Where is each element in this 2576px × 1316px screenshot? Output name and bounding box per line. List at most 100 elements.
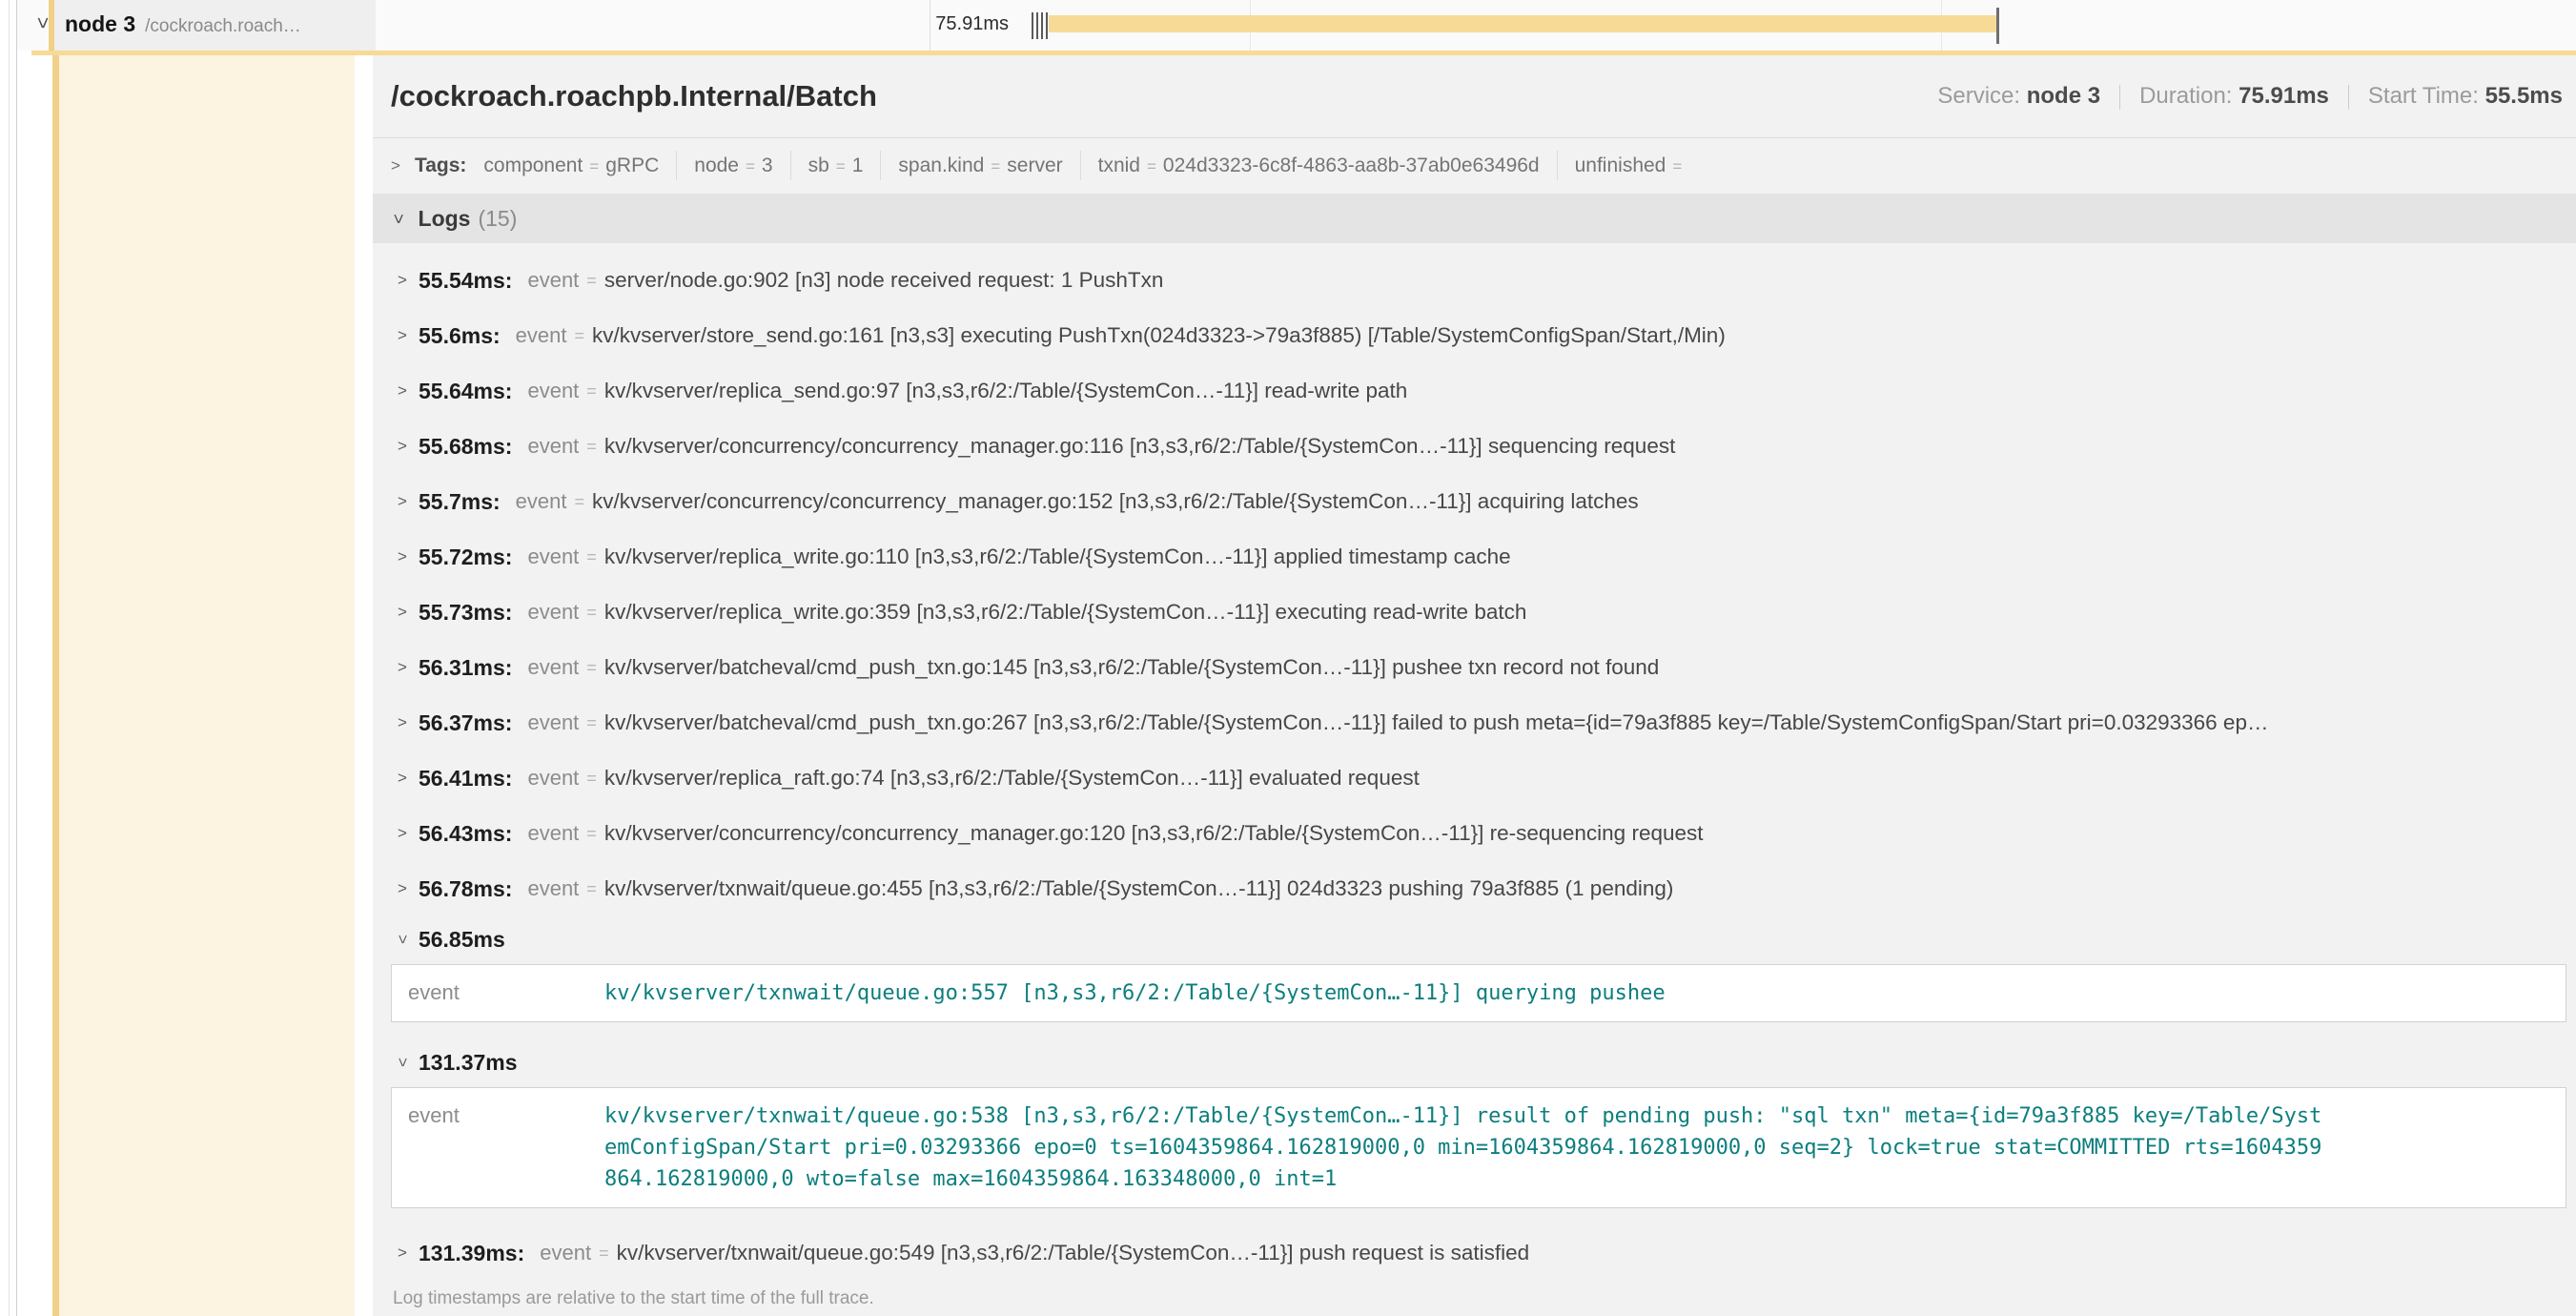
meta-separator [2348,85,2349,110]
chevron-right-icon[interactable]: > [398,769,419,788]
equals-sign: = [586,381,597,401]
equals-sign: = [586,437,597,457]
log-row[interactable]: >55.6ms:event=kv/kvserver/store_send.go:… [373,308,2576,363]
chevron-right-icon[interactable]: > [391,156,400,175]
log-field-key: event [540,1241,591,1265]
log-field-key: event [516,323,567,348]
log-field-value: kv/kvserver/replica_write.go:110 [n3,s3,… [604,545,1511,569]
log-row[interactable]: >56.41ms:event=kv/kvserver/replica_raft.… [373,751,2576,806]
tag-item[interactable]: span.kind=server [881,151,1080,180]
chevron-right-icon[interactable]: > [398,603,419,622]
log-tick-marks[interactable] [1032,12,1048,39]
log-field-value: kv/kvserver/txnwait/queue.go:455 [n3,s3,… [604,876,1674,901]
span-operation-name: /cockroach.roach… [145,16,301,37]
log-row[interactable]: >56.78ms:event=kv/kvserver/txnwait/queue… [373,861,2576,916]
chevron-right-icon[interactable]: > [398,713,419,732]
log-field-key: event [527,710,579,735]
log-field-value: kv/kvserver/concurrency/concurrency_mana… [592,489,1639,514]
log-row[interactable]: >55.64ms:event=kv/kvserver/replica_send.… [373,363,2576,419]
log-field-key: event [527,766,579,791]
chevron-right-icon[interactable]: > [398,658,419,677]
log-field-key: event [527,876,579,901]
selected-span-column[interactable] [59,55,355,1316]
log-row[interactable]: >55.54ms:event=server/node.go:902 [n3] n… [373,253,2576,308]
log-timestamp: 55.72ms: [419,545,512,570]
logs-section-header[interactable]: > Logs (15) [373,194,2576,243]
equals-sign: = [836,157,846,175]
page-title: /cockroach.roachpb.Internal/Batch [391,79,877,113]
log-field-value: kv/kvserver/replica_send.go:97 [n3,s3,r6… [604,379,1408,403]
equals-sign: = [599,1244,609,1264]
log-row[interactable]: >56.37ms:event=kv/kvserver/batcheval/cmd… [373,695,2576,751]
log-field-key: event [527,545,579,569]
log-field-key: event [527,379,579,403]
chevron-right-icon[interactable]: > [398,824,419,843]
chevron-down-icon[interactable]: > [388,214,408,224]
tag-value: gRPC [605,154,659,176]
chevron-right-icon[interactable]: > [398,271,419,290]
span-meta: Service: node 3Duration: 75.91msStart Ti… [1937,83,2563,110]
log-timestamp: 131.39ms: [419,1241,524,1266]
tags-label: Tags: [415,154,466,177]
log-detail-key: event [392,977,604,1009]
log-field-value: kv/kvserver/concurrency/concurrency_mana… [604,434,1676,459]
tag-item[interactable]: unfinished= [1558,151,1707,180]
chevron-right-icon[interactable]: > [398,437,419,456]
log-row[interactable]: >55.73ms:event=kv/kvserver/replica_write… [373,585,2576,640]
logs-footer-note: Log timestamps are relative to the start… [393,1288,2576,1309]
log-row[interactable]: >131.39ms:event=kv/kvserver/txnwait/queu… [373,1225,2576,1281]
log-row[interactable]: >56.31ms:event=kv/kvserver/batcheval/cmd… [373,640,2576,695]
tag-item[interactable]: sb=1 [791,151,882,180]
meta-value: 55.5ms [2485,83,2563,109]
meta-label: Service: [1937,83,2026,109]
equals-sign: = [575,492,585,512]
log-detail-row: eventkv/kvserver/txnwait/queue.go:538 [n… [392,1100,2566,1195]
equals-sign: = [991,157,1000,175]
span-color-stripe [52,55,59,1316]
span-duration-bar[interactable] [1049,15,1996,32]
log-row-expanded[interactable]: >131.37ms [373,1039,2576,1085]
span-duration-label: 75.91ms [935,13,1009,35]
tag-key: txnid [1098,154,1140,176]
log-timestamp: 56.41ms: [419,766,512,792]
equals-sign: = [586,824,597,844]
log-field-key: event [527,268,579,293]
log-row[interactable]: >55.68ms:event=kv/kvserver/concurrency/c… [373,419,2576,474]
logs-title: Logs [419,206,471,232]
log-row-expanded[interactable]: >56.85ms [373,916,2576,962]
chevron-right-icon[interactable]: > [398,547,419,566]
log-row[interactable]: >55.7ms:event=kv/kvserver/concurrency/co… [373,474,2576,529]
log-timestamp: 55.73ms: [419,600,512,626]
log-field-value: kv/kvserver/batcheval/cmd_push_txn.go:14… [604,655,1659,680]
log-timestamp: 56.78ms: [419,876,512,902]
tag-item[interactable]: node=3 [677,151,790,180]
span-name-cell[interactable]: node 3 /cockroach.roach… [49,0,376,51]
log-timestamp: 55.68ms: [419,434,512,460]
tag-key: node [694,154,739,176]
tag-item[interactable]: component=gRPC [480,151,677,180]
equals-sign: = [586,547,597,567]
chevron-right-icon[interactable]: > [398,326,419,345]
equals-sign: = [589,157,599,175]
meta-separator [2119,85,2120,110]
tag-item[interactable]: txnid=024d3323-6c8f-4863-aa8b-37ab0e6349… [1081,151,1558,180]
log-timestamp: 55.7ms: [419,489,501,515]
tags-row[interactable]: > Tags: component=gRPCnode=3sb=1span.kin… [373,138,2576,194]
log-field-key: event [527,600,579,625]
chevron-right-icon[interactable]: > [398,492,419,511]
chevron-right-icon[interactable]: > [398,879,419,898]
equals-sign: = [575,326,585,346]
chevron-right-icon[interactable]: > [398,381,419,401]
span-service-name: node 3 [65,11,135,37]
log-row[interactable]: >55.72ms: event = kv/kvserver/replica_write… [373,529,2576,585]
tag-value: server [1007,154,1062,176]
chevron-down-icon[interactable]: > [393,935,412,944]
log-row[interactable]: >56.43ms:event=kv/kvserver/concurrency/c… [373,806,2576,861]
span-detail-panel: /cockroach.roachpb.Internal/Batch Servic… [373,55,2576,1316]
chevron-down-icon[interactable]: > [393,1058,412,1067]
chevron-right-icon[interactable]: > [398,1244,419,1263]
column-resizer[interactable] [16,0,17,1316]
log-field-value: kv/kvserver/concurrency/concurrency_mana… [604,821,1704,846]
equals-sign: = [1147,157,1156,175]
log-field-value: server/node.go:902 [n3] node received re… [604,268,1164,293]
